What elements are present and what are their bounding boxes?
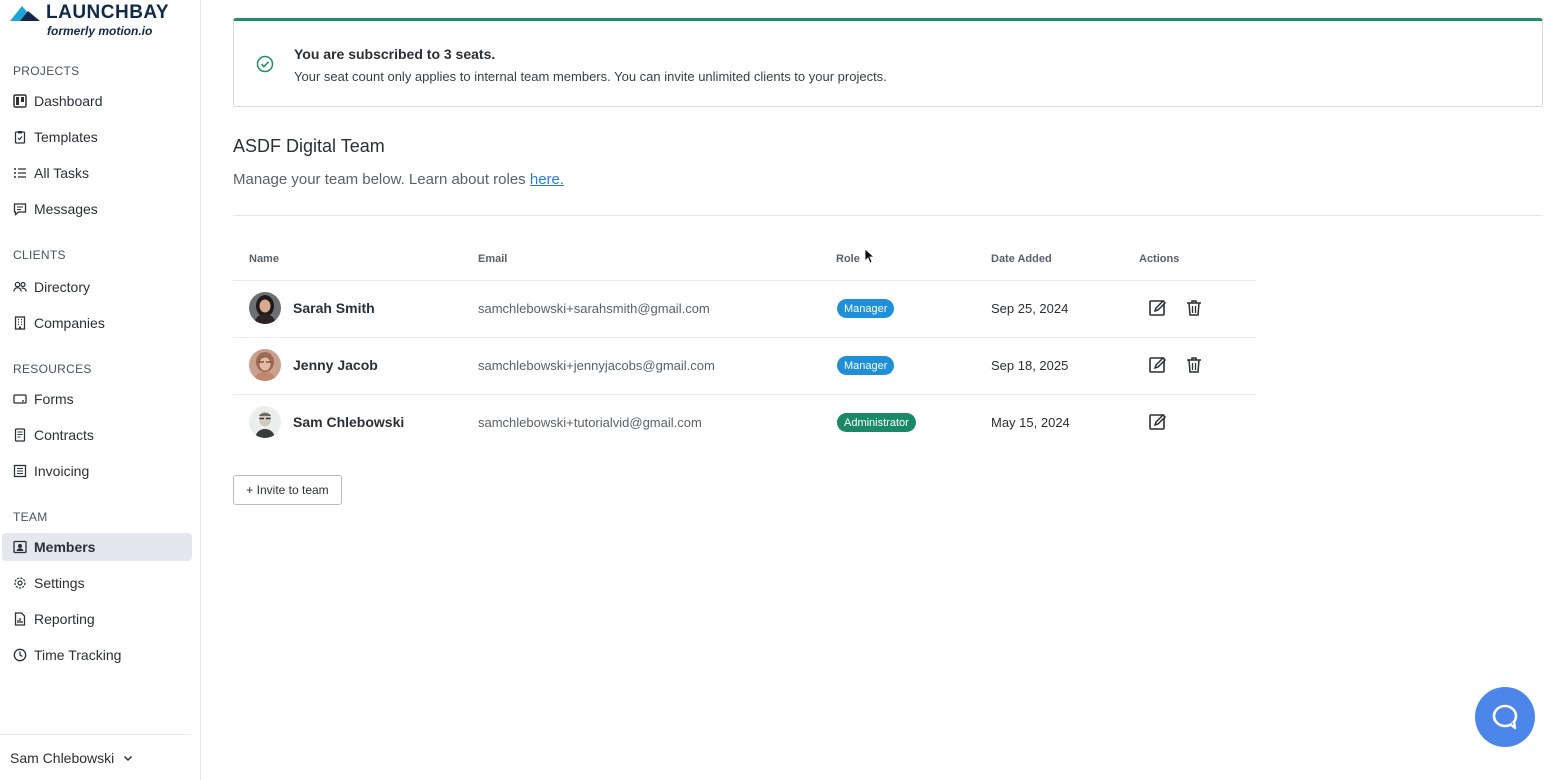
chevron-down-icon xyxy=(124,755,133,761)
chat-bubble-icon xyxy=(1492,704,1518,730)
column-header-name: Name xyxy=(249,253,279,265)
section-label-resources: RESOURCES xyxy=(13,362,92,376)
mouse-cursor-icon xyxy=(864,248,874,264)
divider xyxy=(233,215,1543,216)
section-label-clients: CLIENTS xyxy=(13,248,66,262)
column-header-actions: Actions xyxy=(1139,253,1180,265)
subscription-notice: You are subscribed to 3 seats. Your seat… xyxy=(233,18,1543,107)
edit-icon[interactable] xyxy=(1148,355,1168,375)
sidebar-item-label: Templates xyxy=(34,129,98,145)
member-email: samchlebowski+sarahsmith@gmail.com xyxy=(478,301,710,316)
avatar xyxy=(249,349,281,381)
sidebar-item-label: All Tasks xyxy=(34,165,89,181)
list-icon xyxy=(13,166,27,180)
role-badge: Manager xyxy=(837,299,895,318)
member-name: Sam Chlebowski xyxy=(293,414,405,430)
message-icon xyxy=(13,202,27,216)
sidebar-item-settings[interactable]: Settings xyxy=(2,569,192,597)
sidebar-item-label: Forms xyxy=(34,391,74,407)
member-email: samchlebowski+tutorialvid@gmail.com xyxy=(478,415,702,430)
page-title: ASDF Digital Team xyxy=(233,136,385,156)
document-icon xyxy=(13,428,27,442)
launchbay-logo-icon xyxy=(10,6,40,21)
clock-icon xyxy=(13,648,27,662)
page-subtitle-text: Manage your team below. Learn about role… xyxy=(233,171,530,188)
sidebar-item-label: Reporting xyxy=(34,611,95,627)
clipboard-icon xyxy=(13,130,27,144)
member-email: samchlebowski+jennyjacobs@gmail.com xyxy=(478,358,715,373)
row-divider xyxy=(233,337,1256,338)
sidebar-item-companies[interactable]: Companies xyxy=(2,309,192,337)
sidebar-item-reporting[interactable]: Reporting xyxy=(2,605,192,633)
brand-logo[interactable]: LAUNCHBAY formerly motion.io xyxy=(10,2,170,38)
report-icon xyxy=(13,612,27,626)
sidebar-item-forms[interactable]: Forms xyxy=(2,385,192,413)
sidebar-item-invoicing[interactable]: Invoicing xyxy=(2,457,192,485)
sidebar-item-members[interactable]: Members xyxy=(2,533,192,561)
sidebar-item-contracts[interactable]: Contracts xyxy=(2,421,192,449)
people-icon xyxy=(13,280,27,294)
sidebar-item-time-tracking[interactable]: Time Tracking xyxy=(2,641,192,669)
brand-name: LAUNCHBAY xyxy=(46,2,170,23)
edit-icon[interactable] xyxy=(1148,298,1168,318)
sidebar-item-label: Time Tracking xyxy=(34,647,122,663)
sidebar-item-templates[interactable]: Templates xyxy=(2,123,192,151)
member-date: Sep 25, 2024 xyxy=(991,301,1069,316)
sidebar-item-label: Invoicing xyxy=(34,463,90,479)
trash-icon[interactable] xyxy=(1184,355,1204,375)
user-name: Sam Chlebowski xyxy=(10,749,115,766)
sidebar-item-label: Contracts xyxy=(34,427,94,443)
trash-icon[interactable] xyxy=(1184,298,1204,318)
column-header-date: Date Added xyxy=(991,253,1052,265)
member-date: May 15, 2024 xyxy=(991,415,1070,430)
sidebar-item-dashboard[interactable]: Dashboard xyxy=(2,87,192,115)
check-circle-icon xyxy=(256,55,274,73)
sidebar-item-label: Settings xyxy=(34,575,85,591)
notice-title: You are subscribed to 3 seats. xyxy=(294,46,496,62)
sidebar-item-messages[interactable]: Messages xyxy=(2,195,192,223)
column-header-role: Role xyxy=(836,253,860,265)
member-name: Jenny Jacob xyxy=(293,357,378,373)
sidebar-item-label: Directory xyxy=(34,279,91,295)
form-icon xyxy=(13,392,27,406)
sidebar-item-label: Companies xyxy=(34,315,105,331)
page-subtitle: Manage your team below. Learn about role… xyxy=(233,171,564,188)
notice-body: Your seat count only applies to internal… xyxy=(294,69,887,84)
column-header-email: Email xyxy=(478,253,508,265)
building-icon xyxy=(13,316,27,330)
invite-to-team-button[interactable]: + Invite to team xyxy=(233,475,342,505)
edit-icon[interactable] xyxy=(1148,412,1168,432)
gear-icon xyxy=(13,576,27,590)
sidebar-item-label: Messages xyxy=(34,201,98,217)
avatar xyxy=(249,406,281,438)
role-badge: Administrator xyxy=(837,413,916,432)
dashboard-icon xyxy=(13,94,27,108)
roles-help-link[interactable]: here. xyxy=(530,171,564,188)
brand-tagline: formerly motion.io xyxy=(47,24,153,38)
section-label-team: TEAM xyxy=(13,510,48,524)
role-badge: Manager xyxy=(837,356,895,375)
sidebar: LAUNCHBAY formerly motion.io PROJECTS Da… xyxy=(0,0,201,780)
sidebar-item-directory[interactable]: Directory xyxy=(2,273,192,301)
row-divider xyxy=(233,394,1256,395)
member-name: Sarah Smith xyxy=(293,300,375,316)
sidebar-item-label: Members xyxy=(34,539,96,555)
user-menu[interactable]: Sam Chlebowski xyxy=(0,734,191,780)
row-divider xyxy=(233,280,1256,281)
member-icon xyxy=(13,540,27,554)
help-chat-button[interactable] xyxy=(1475,687,1535,747)
invoice-icon xyxy=(13,464,27,478)
sidebar-item-label: Dashboard xyxy=(34,93,103,109)
avatar xyxy=(249,292,281,324)
section-label-projects: PROJECTS xyxy=(13,64,80,78)
member-date: Sep 18, 2025 xyxy=(991,358,1069,373)
sidebar-item-all-tasks[interactable]: All Tasks xyxy=(2,159,192,187)
